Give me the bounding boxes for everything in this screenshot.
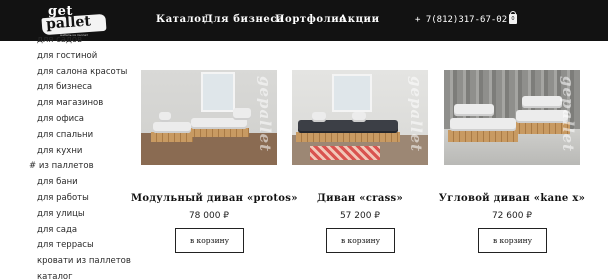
logo-text-bottom: pallet: [45, 13, 92, 33]
nav-business[interactable]: Для бизнеса: [204, 14, 284, 25]
nav-promotions[interactable]: Акции: [339, 14, 380, 25]
photo-watermark: gepallet: [559, 76, 577, 153]
sidebar-item[interactable]: для гостиной: [37, 51, 97, 61]
product-photo[interactable]: gepallet: [141, 70, 277, 165]
cart-count: 0: [511, 16, 515, 22]
photo-watermark: gepallet: [407, 76, 425, 153]
phone-number[interactable]: + 7(812)317-67-02: [415, 15, 507, 25]
sidebar-item[interactable]: для спальни: [37, 130, 93, 140]
sidebar-item[interactable]: для садов: [37, 35, 82, 45]
logo[interactable]: get pallet мебель из паллет: [40, 4, 108, 37]
product-photo[interactable]: gepallet: [292, 70, 428, 165]
photo-watermark: gepallet: [256, 76, 274, 153]
sidebar-item[interactable]: для кухни: [37, 146, 82, 156]
nav-portfolio[interactable]: Портфолио: [275, 14, 347, 25]
product-name[interactable]: Угловой диван «kane x»: [434, 193, 590, 204]
sidebar-item[interactable]: каталог: [37, 272, 73, 280]
product-name[interactable]: Диван «crass»: [282, 193, 438, 204]
product-name[interactable]: Модульный диван «protos»: [131, 193, 297, 204]
site-header: get pallet мебель из паллет Каталог Для …: [0, 0, 608, 41]
add-to-cart-button[interactable]: в корзину: [326, 228, 395, 253]
sidebar-item[interactable]: для магазинов: [37, 98, 103, 108]
product-price: 72 600 ₽: [491, 211, 533, 221]
product-photo[interactable]: gepallet: [444, 70, 580, 165]
sidebar-item[interactable]: для улицы: [37, 209, 85, 219]
sidebar-item[interactable]: для бани: [37, 177, 78, 187]
sidebar-item[interactable]: кровати из паллетов: [37, 256, 131, 266]
sidebar-item[interactable]: для сада: [37, 225, 77, 235]
sidebar-item-parent[interactable]: # из паллетов: [29, 161, 94, 171]
nav-catalog[interactable]: Каталог: [156, 14, 208, 25]
sidebar-item[interactable]: для салона красоты: [37, 67, 127, 77]
sidebar-item[interactable]: для бизнеса: [37, 82, 92, 92]
product-price: 57 200 ₽: [339, 211, 381, 221]
product-price: 78 000 ₽: [188, 211, 230, 221]
add-to-cart-button[interactable]: в корзину: [478, 228, 547, 253]
sidebar-item[interactable]: для работы: [37, 193, 89, 203]
sidebar-item[interactable]: для террасы: [37, 240, 94, 250]
cart-icon[interactable]: 0: [509, 11, 517, 24]
add-to-cart-button[interactable]: в корзину: [175, 228, 244, 253]
sidebar-item[interactable]: для офиса: [37, 114, 84, 124]
